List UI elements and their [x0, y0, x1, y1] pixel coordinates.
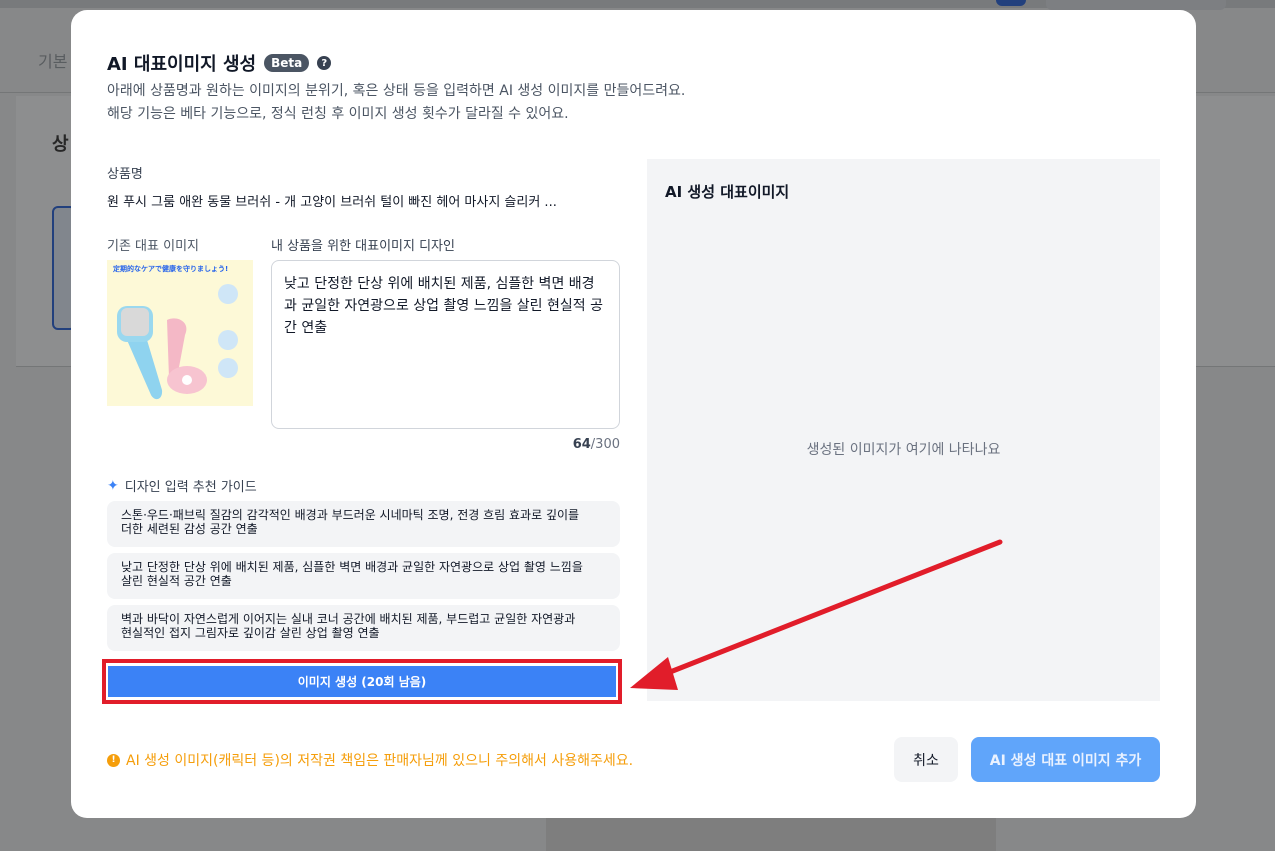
guide-suggestion[interactable]: 스톤·우드·패브릭 질감의 감각적인 배경과 부드러운 시네마틱 조명, 전경 … [107, 501, 620, 547]
guide-title: 디자인 입력 추천 가이드 [124, 480, 257, 495]
existing-product-image: 定期的なケアで健康を守りましょう! [107, 260, 253, 406]
thumbnail-banner-text: 定期的なケアで健康を守りましょう! [113, 264, 228, 273]
modal-header: AI 대표이미지 생성 Beta ? [107, 50, 332, 76]
preview-placeholder: 생성된 이미지가 여기에 나타나요 [806, 442, 1001, 458]
cancel-button[interactable]: 취소 [894, 737, 958, 782]
guide-suggestion[interactable]: 벽과 바닥이 자연스럽게 이어지는 실내 코너 공간에 배치된 제품, 부드럽고… [107, 605, 620, 651]
product-name-label: 상품명 [107, 167, 143, 182]
modal-description: 해당 기능은 베타 기능으로, 정식 런칭 후 이미지 생성 횟수가 달라질 수… [107, 106, 569, 122]
guide-suggestion-line: 살린 현실적 공간 연출 [121, 574, 232, 588]
beta-badge: Beta [264, 54, 310, 72]
existing-image-label: 기존 대표 이미지 [107, 239, 199, 254]
preview-title: AI 생성 대표이미지 [665, 183, 790, 201]
guide-suggestion-line: 현실적인 접지 그림자로 깊이감 살린 상업 촬영 연출 [121, 626, 380, 640]
copyright-notice: ! AI 생성 이미지(캐릭터 등)의 저작권 책임은 판매자님께 있으니 주의… [107, 750, 633, 770]
modal-title: AI 대표이미지 생성 [107, 54, 257, 75]
design-input-label: 내 상품을 위한 대표이미지 디자인 [271, 239, 455, 254]
guide-suggestion[interactable]: 낮고 단정한 단상 위에 배치된 제품, 심플한 벽면 배경과 균일한 자연광으… [107, 553, 620, 599]
sparkle-icon: ✦ [107, 477, 119, 494]
ai-image-modal: AI 대표이미지 생성 Beta ? 아래에 상품명과 원하는 이미지의 분위기… [71, 10, 1196, 818]
modal-description: 아래에 상품명과 원하는 이미지의 분위기, 혹은 상태 등을 입력하면 AI … [107, 83, 686, 99]
preview-panel: AI 생성 대표이미지 생성된 이미지가 여기에 나타나요 [647, 159, 1160, 701]
design-description-input[interactable]: 낮고 단정한 단상 위에 배치된 제품, 심플한 벽면 배경과 균일한 자연광으… [271, 260, 620, 429]
char-max: /300 [590, 437, 620, 452]
copyright-notice-text: AI 생성 이미지(캐릭터 등)의 저작권 책임은 판매자님께 있으니 주의해서… [126, 753, 634, 769]
guide-suggestion-line: 벽과 바닥이 자연스럽게 이어지는 실내 코너 공간에 배치된 제품, 부드럽고… [121, 612, 576, 626]
char-count: 64 [572, 437, 591, 452]
char-counter: 64/300 [531, 437, 620, 452]
guide-suggestion-line: 스톤·우드·패브릭 질감의 감각적인 배경과 부드러운 시네마틱 조명, 전경 … [121, 508, 580, 522]
guide-suggestion-line: 낮고 단정한 단상 위에 배치된 제품, 심플한 벽면 배경과 균일한 자연광으… [121, 560, 583, 574]
guide-suggestion-line: 더한 세련된 감성 공간 연출 [121, 522, 258, 536]
generate-image-button[interactable]: 이미지 생성 (20회 남음) [108, 666, 616, 697]
guide-header: ✦ 디자인 입력 추천 가이드 [107, 476, 257, 496]
help-icon[interactable]: ? [317, 56, 332, 70]
warning-icon: ! [107, 753, 120, 767]
product-name-value: 원 푸시 그룸 애완 동물 브러쉬 - 개 고양이 브러쉬 털이 빠진 헤어 마… [107, 195, 557, 210]
add-ai-image-button[interactable]: AI 생성 대표 이미지 추가 [971, 737, 1160, 782]
